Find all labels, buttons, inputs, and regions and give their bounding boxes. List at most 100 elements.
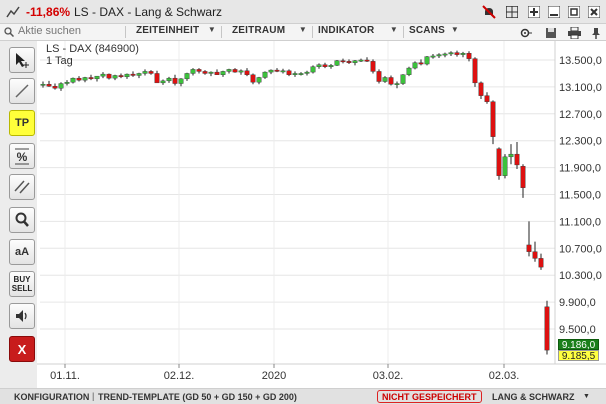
candle-body bbox=[160, 80, 166, 84]
not-saved-badge[interactable]: NICHT GESPEICHERT bbox=[377, 390, 482, 403]
pin-icon[interactable] bbox=[588, 25, 604, 41]
candle-body bbox=[220, 71, 226, 75]
text-tool-label: aA bbox=[14, 246, 30, 258]
candle-body bbox=[154, 73, 160, 84]
chevron-down-icon: ▼ bbox=[298, 25, 307, 34]
magnifier-icon bbox=[15, 212, 29, 227]
save-icon[interactable] bbox=[543, 25, 559, 41]
chart-area[interactable]: 13.500,0 13.100,0 12.700,0 12.300,0 11.900,0… bbox=[37, 41, 606, 388]
change-percent: -11,86% bbox=[26, 5, 71, 19]
candle-body bbox=[196, 69, 202, 72]
candle-body bbox=[382, 77, 388, 82]
chart-header: LS - DAX (846900) 1 Tag bbox=[46, 43, 139, 67]
candle-body bbox=[238, 70, 244, 73]
settings-icon[interactable] bbox=[518, 25, 534, 41]
speaker-icon bbox=[16, 310, 27, 322]
candle-body bbox=[106, 73, 112, 79]
candlestick-chart[interactable]: 13.500,0 13.100,0 12.700,0 12.300,0 11.900,0… bbox=[37, 41, 606, 388]
toolbar-separator bbox=[312, 26, 313, 38]
candle-body bbox=[298, 73, 304, 75]
candle-body bbox=[64, 81, 70, 84]
template-selector[interactable]: TREND-TEMPLATE (GD 50 + GD 150 + GD 200) bbox=[98, 392, 297, 402]
candle-body bbox=[142, 71, 148, 74]
candle-body bbox=[292, 73, 298, 75]
y-tick-label: 13.100,0 bbox=[559, 82, 602, 94]
delete-drawings-button[interactable]: X bbox=[9, 336, 35, 362]
grid-icon[interactable] bbox=[504, 4, 520, 20]
candle-body bbox=[394, 83, 400, 85]
candle-body bbox=[484, 95, 490, 102]
candle-body bbox=[124, 73, 130, 78]
config-button[interactable]: KONFIGURATION bbox=[14, 392, 89, 402]
candle-body bbox=[340, 60, 346, 63]
zoom-tool-button[interactable] bbox=[9, 207, 35, 233]
title-bar: -11,86% LS - DAX - Lang & Schwarz bbox=[0, 0, 606, 24]
channel-tool-button[interactable] bbox=[9, 174, 35, 200]
candle-body bbox=[430, 55, 436, 58]
last-price-upper: 9.186,0 bbox=[558, 339, 599, 351]
tp-tool-button[interactable]: TP bbox=[9, 110, 35, 136]
toolbar-separator bbox=[125, 26, 126, 38]
menu-scans[interactable]: SCANS ▼ bbox=[409, 25, 459, 39]
status-separator: | bbox=[92, 391, 95, 401]
candle-body bbox=[82, 77, 88, 81]
toolbar: Aktie suchen ZEITEINHEIT ▼ ZEITRAUM ▼ INDI… bbox=[0, 24, 606, 41]
instrument-label: LS - DAX (846900) bbox=[46, 43, 139, 55]
alert-off-icon[interactable] bbox=[481, 4, 497, 20]
candle-body bbox=[172, 77, 178, 84]
menu-zeiteinheit[interactable]: ZEITEINHEIT ▼ bbox=[136, 25, 216, 39]
candle-body bbox=[94, 75, 100, 80]
line-tool-button[interactable] bbox=[9, 78, 35, 104]
percent-tool-button[interactable]: % bbox=[9, 143, 35, 169]
sound-toggle-button[interactable] bbox=[9, 303, 35, 329]
chevron-down-icon: ▼ bbox=[583, 393, 590, 400]
candle-body bbox=[358, 59, 364, 62]
print-icon[interactable] bbox=[566, 25, 582, 41]
app-logo-icon bbox=[6, 6, 20, 18]
candle-body bbox=[46, 84, 52, 87]
search-input[interactable]: Aktie suchen bbox=[4, 25, 122, 39]
window-title: LS - DAX - Lang & Schwarz bbox=[74, 5, 223, 19]
menu-indikator-label: INDIKATOR bbox=[318, 25, 375, 36]
source-selector[interactable]: LANG & SCHWARZ bbox=[492, 392, 575, 402]
add-icon[interactable] bbox=[526, 4, 542, 20]
candle-body bbox=[466, 53, 472, 59]
candle-body bbox=[352, 60, 358, 63]
candle-body bbox=[496, 148, 502, 176]
text-tool-button[interactable]: aA bbox=[9, 239, 35, 265]
chevron-down-icon: ▼ bbox=[207, 25, 216, 34]
candle-body bbox=[58, 83, 64, 89]
candle-body bbox=[424, 56, 430, 65]
candle-body bbox=[70, 77, 76, 83]
candle-body bbox=[232, 69, 238, 73]
candle-body bbox=[478, 82, 484, 96]
candle-body bbox=[136, 73, 142, 76]
candle-body bbox=[520, 166, 526, 188]
search-placeholder: Aktie suchen bbox=[18, 25, 81, 37]
y-tick-label: 13.500,0 bbox=[559, 55, 602, 67]
candle-body bbox=[490, 101, 496, 137]
candle-body bbox=[400, 74, 406, 84]
buy-sell-button[interactable]: BUY SELL bbox=[9, 271, 35, 297]
percent-icon: % bbox=[15, 148, 29, 165]
chevron-down-icon: ▼ bbox=[389, 25, 398, 34]
close-icon[interactable] bbox=[586, 4, 602, 20]
candle-body bbox=[130, 73, 136, 76]
x-tick-label: 02.03. bbox=[489, 370, 520, 382]
x-tick-label: 02.12. bbox=[164, 370, 195, 382]
menu-zeitraum[interactable]: ZEITRAUM ▼ bbox=[232, 25, 307, 39]
candle-body bbox=[346, 61, 352, 63]
status-bar: KONFIGURATION | TREND-TEMPLATE (GD 50 + … bbox=[0, 388, 606, 404]
maximize-icon[interactable] bbox=[566, 4, 582, 20]
candle-body bbox=[148, 71, 154, 74]
cursor-tool-button[interactable] bbox=[9, 47, 35, 73]
candle-body bbox=[328, 65, 334, 67]
candle-body bbox=[316, 64, 322, 67]
menu-indikator[interactable]: INDIKATOR ▼ bbox=[318, 25, 398, 39]
candle-body bbox=[538, 258, 544, 268]
candle-body bbox=[514, 153, 520, 166]
candle-body bbox=[334, 60, 340, 66]
candle-body bbox=[460, 53, 466, 55]
minimize-icon[interactable] bbox=[546, 4, 562, 20]
x-tick-label: 2020 bbox=[262, 370, 286, 382]
